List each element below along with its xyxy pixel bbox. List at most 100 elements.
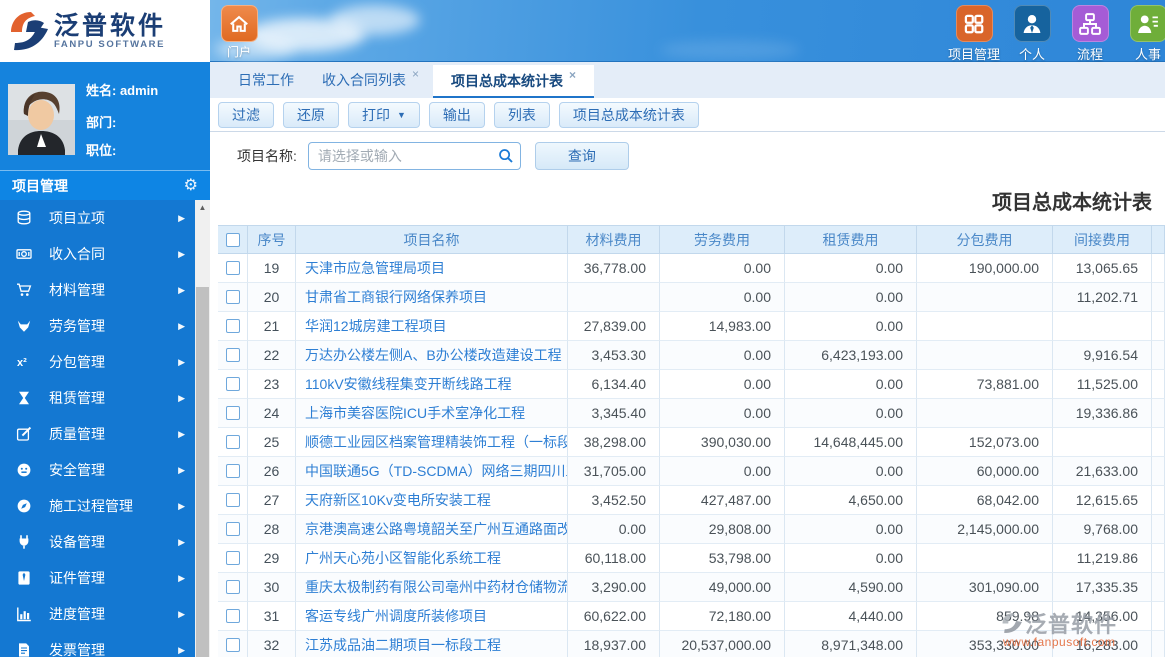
select-all-checkbox[interactable]	[225, 232, 240, 247]
nav-portal[interactable]: 门户	[217, 5, 261, 59]
row-checkbox[interactable]	[225, 348, 240, 362]
row-rent-cell: 0.00	[785, 544, 917, 573]
row-checkbox-cell	[218, 602, 248, 631]
row-labor-cell: 390,030.00	[660, 428, 785, 457]
project-link[interactable]: 万达办公楼左侧A、B办公楼改造建设工程	[305, 345, 562, 365]
edit-icon	[16, 426, 34, 442]
sidebar-item-safety[interactable]: 安全管理 ▶	[0, 452, 195, 488]
close-icon[interactable]: ×	[412, 67, 419, 81]
nav-item-label: 人事	[1134, 47, 1161, 62]
row-checkbox[interactable]	[225, 290, 240, 304]
sidebar-item-cart[interactable]: 材料管理 ▶	[0, 272, 195, 308]
toolbar-button-打印[interactable]: 打印 ▼	[348, 101, 420, 128]
sidebar-item-hourglass[interactable]: 租赁管理 ▶	[0, 380, 195, 416]
row-rent-cell: 0.00	[785, 283, 917, 312]
project-link[interactable]: 天府新区10Kv变电所安装工程	[305, 490, 491, 510]
row-subcontract-cell: 353,330.00	[917, 631, 1053, 657]
user-profile-panel: 姓名: admin 部门: 职位:	[0, 62, 210, 170]
sidebar-item-label: 材料管理	[49, 282, 105, 298]
table-header-序号: 序号	[248, 226, 296, 254]
project-link[interactable]: 110kV安徽线程集变开断线路工程	[305, 374, 512, 394]
row-checkbox[interactable]	[225, 580, 240, 594]
scroll-up-arrow-icon[interactable]: ▲	[195, 200, 210, 215]
nav-item-flow[interactable]: 流程	[1061, 5, 1119, 63]
project-link[interactable]: 上海市美容医院ICU手术室净化工程	[305, 403, 525, 423]
toolbar-button-label: 项目总成本统计表	[572, 106, 685, 123]
toolbar-button-还原[interactable]: 还原	[283, 101, 339, 128]
toolbar-button-过滤[interactable]: 过滤	[218, 101, 274, 128]
sidebar-item-x2[interactable]: x² 分包管理 ▶	[0, 344, 195, 380]
project-link[interactable]: 甘肃省工商银行网络保养项目	[305, 287, 487, 307]
row-spacer-cell	[1152, 486, 1165, 515]
chevron-right-icon: ▶	[178, 608, 185, 619]
row-seq-cell: 23	[248, 370, 296, 399]
sidebar-item-label: 项目立项	[49, 210, 105, 226]
sidebar-item-plug[interactable]: 设备管理 ▶	[0, 524, 195, 560]
table-row: 27 天府新区10Kv变电所安装工程 3,452.50 427,487.00 4,650…	[218, 486, 1165, 515]
toolbar-button-列表[interactable]: 列表	[493, 101, 550, 128]
sidebar-item-compass[interactable]: 施工过程管理 ▶	[0, 488, 195, 524]
chevron-right-icon: ▶	[178, 248, 185, 259]
gear-icon[interactable]: ⚙	[184, 177, 198, 194]
row-indirect-cell	[1053, 312, 1152, 341]
sidebar-item-chart[interactable]: 进度管理 ▶	[0, 596, 195, 632]
search-icon[interactable]	[498, 148, 514, 164]
tab-日常工作[interactable]: 日常工作	[224, 62, 308, 98]
scrollbar-thumb[interactable]	[196, 287, 209, 657]
row-checkbox[interactable]	[225, 609, 240, 623]
home-icon	[220, 5, 258, 42]
nav-item-person[interactable]: 个人	[1003, 5, 1061, 63]
sidebar-item-label: 租赁管理	[49, 390, 105, 406]
toolbar-button-label: 列表	[507, 106, 536, 123]
sidebar-item-banknote[interactable]: 收入合同 ▶	[0, 236, 195, 272]
project-link[interactable]: 重庆太极制药有限公司亳州中药材仓储物流基	[305, 577, 567, 597]
row-indirect-cell: 11,525.00	[1053, 370, 1152, 399]
table-row: 32 江苏成品油二期项目一标段工程 18,937.00 20,537,000.00 8,…	[218, 631, 1165, 657]
project-link[interactable]: 天津市应急管理局项目	[305, 258, 445, 278]
row-project-name-cell: 万达办公楼左侧A、B办公楼改造建设工程	[296, 341, 568, 370]
row-checkbox[interactable]	[225, 493, 240, 507]
row-checkbox[interactable]	[225, 464, 240, 478]
close-icon[interactable]: ×	[569, 68, 576, 82]
project-link[interactable]: 华润12城房建工程项目	[305, 316, 447, 336]
row-checkbox[interactable]	[225, 551, 240, 565]
caret-down-icon: ▼	[397, 109, 406, 120]
project-link[interactable]: 中国联通5G（TD-SCDMA）网络三期四川工程	[305, 461, 567, 481]
toolbar-button-输出[interactable]: 输出	[428, 101, 485, 128]
row-checkbox[interactable]	[225, 406, 240, 420]
sidebar-item-labor[interactable]: 劳务管理 ▶	[0, 308, 195, 344]
row-checkbox[interactable]	[225, 319, 240, 333]
project-link[interactable]: 广州天心苑小区智能化系统工程	[305, 548, 501, 568]
project-link[interactable]: 江苏成品油二期项目一标段工程	[305, 635, 501, 655]
chevron-right-icon: ▶	[178, 284, 185, 295]
sidebar-scrollbar[interactable]: ▲	[195, 200, 210, 657]
sidebar-item-badge[interactable]: 证件管理 ▶	[0, 560, 195, 596]
row-project-name-cell: 110kV安徽线程集变开断线路工程	[296, 370, 568, 399]
toolbar-button-项目总成本统计表[interactable]: 项目总成本统计表	[558, 101, 699, 128]
project-name-input[interactable]	[307, 142, 521, 170]
sidebar-item-label: 收入合同	[49, 246, 105, 262]
sidebar-item-database[interactable]: 项目立项 ▶	[0, 200, 195, 236]
sidebar-item-invoice[interactable]: 发票管理 ▶	[0, 632, 195, 657]
row-labor-cell: 72,180.00	[660, 602, 785, 631]
project-link[interactable]: 京港澳高速公路粤境韶关至广州互通路面改造	[305, 519, 567, 539]
row-checkbox[interactable]	[225, 435, 240, 449]
project-link[interactable]: 客运专线广州调度所装修项目	[305, 606, 487, 626]
nav-item-grid[interactable]: 项目管理	[945, 5, 1003, 63]
row-checkbox[interactable]	[225, 638, 240, 652]
sidebar-item-edit[interactable]: 质量管理 ▶	[0, 416, 195, 452]
tab-项目总成本统计表[interactable]: 项目总成本统计表 ×	[433, 65, 595, 98]
row-checkbox[interactable]	[225, 522, 240, 536]
filter-row: 项目名称: 查询	[210, 132, 1165, 180]
row-labor-cell: 49,000.00	[660, 573, 785, 602]
row-project-name-cell: 京港澳高速公路粤境韶关至广州互通路面改造	[296, 515, 568, 544]
row-labor-cell: 0.00	[660, 457, 785, 486]
row-material-cell: 3,453.30	[568, 341, 660, 370]
tab-收入合同列表[interactable]: 收入合同列表 ×	[308, 62, 433, 98]
query-button[interactable]: 查询	[534, 142, 629, 170]
project-link[interactable]: 顺德工业园区档案管理精装饰工程（一标段）	[305, 432, 567, 452]
row-checkbox[interactable]	[225, 261, 240, 275]
row-checkbox[interactable]	[225, 377, 240, 391]
compass-icon	[16, 498, 34, 514]
nav-item-people[interactable]: 人事	[1119, 5, 1165, 63]
